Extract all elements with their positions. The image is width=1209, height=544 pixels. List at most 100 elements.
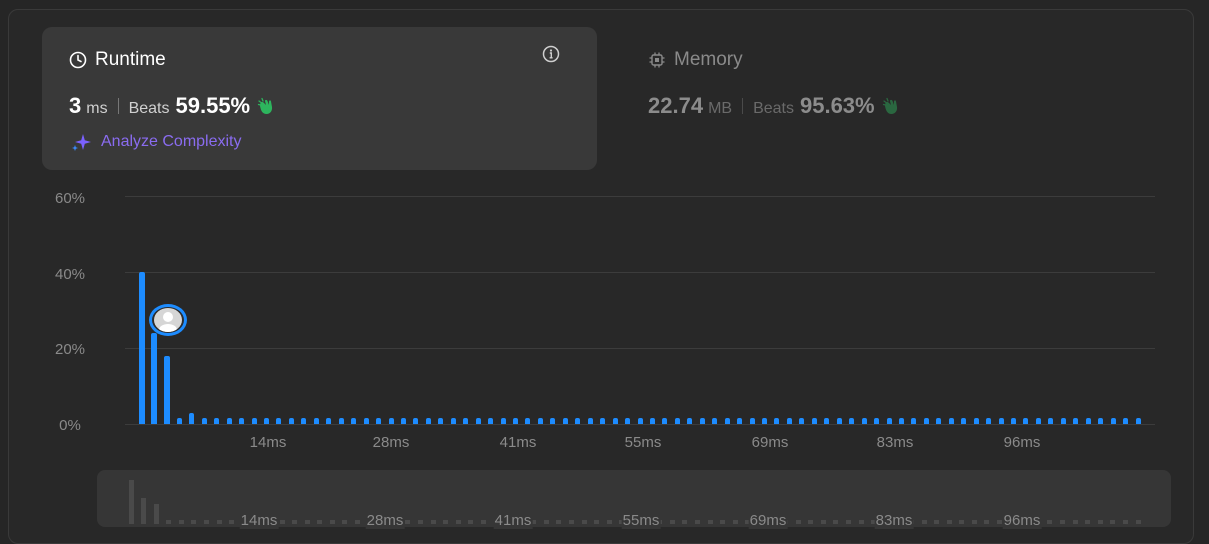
chart-bar[interactable] — [836, 418, 842, 424]
chart-bar[interactable] — [139, 272, 145, 424]
mini-x-tick-label: 41ms — [493, 512, 533, 529]
mini-chart-bar — [153, 504, 159, 524]
chart-bar[interactable] — [886, 418, 892, 424]
chart-bar[interactable] — [1135, 418, 1141, 424]
chart-bar[interactable] — [649, 418, 655, 424]
chart-bar[interactable] — [239, 418, 245, 424]
chart-bar[interactable] — [811, 418, 817, 424]
chart-bar[interactable] — [637, 418, 643, 424]
y-tick-label: 0% — [59, 417, 81, 434]
x-tick-label: 96ms — [1003, 434, 1041, 451]
memory-card[interactable]: Memory 22.74 MB Beats 95.63% — [648, 27, 1168, 170]
analyze-complexity-link[interactable]: Analyze Complexity — [71, 133, 242, 151]
chart-bar[interactable] — [874, 418, 880, 424]
chart-bar[interactable] — [936, 418, 942, 424]
chart-bar[interactable] — [363, 418, 369, 424]
chart-bar[interactable] — [600, 418, 606, 424]
chart-bar[interactable] — [948, 418, 954, 424]
chart-bar[interactable] — [376, 418, 382, 424]
chart-bar[interactable] — [313, 418, 319, 424]
chart-bar[interactable] — [575, 418, 581, 424]
chart-bar[interactable] — [550, 418, 556, 424]
chart-bar[interactable] — [612, 418, 618, 424]
chart-bar[interactable] — [226, 418, 232, 424]
chart-bar[interactable] — [1110, 418, 1116, 424]
info-icon[interactable] — [542, 45, 560, 63]
chart-bar[interactable] — [475, 418, 481, 424]
chart-bar[interactable] — [513, 418, 518, 424]
chart-bar[interactable] — [201, 418, 207, 424]
chart-bar[interactable] — [251, 418, 257, 424]
chart-bar[interactable] — [737, 418, 743, 424]
chart-bar[interactable] — [911, 418, 917, 424]
chart-bar[interactable] — [1098, 418, 1104, 424]
chart-bar[interactable] — [438, 418, 444, 424]
runtime-beats-label: Beats — [128, 100, 170, 117]
chart-bar[interactable] — [1023, 418, 1029, 424]
chart-bar[interactable] — [587, 418, 593, 424]
chart-bar[interactable] — [1073, 418, 1079, 424]
chart-bar[interactable] — [450, 418, 456, 424]
chart-bar[interactable] — [1085, 418, 1091, 424]
chart-bar[interactable] — [1011, 418, 1016, 424]
runtime-card[interactable]: Runtime 3 ms Beats 59.55% Analyze Comple… — [42, 27, 597, 170]
chart-bar[interactable] — [1060, 418, 1066, 424]
chart-bar[interactable] — [562, 418, 568, 424]
chart-bar[interactable] — [849, 418, 855, 424]
chart-bar[interactable] — [986, 418, 992, 424]
chart-bar[interactable] — [163, 355, 170, 424]
chart-bar[interactable] — [898, 418, 904, 424]
mini-chart-bar — [682, 520, 688, 524]
chart-bar[interactable] — [1123, 418, 1129, 424]
memory-title: Memory — [648, 49, 743, 71]
chart-bar[interactable] — [413, 418, 419, 424]
chart-bar[interactable] — [264, 418, 269, 424]
runtime-metric: 3 ms Beats 59.55% — [69, 93, 276, 119]
chart-bar[interactable] — [214, 418, 220, 424]
chart-bar[interactable] — [799, 418, 805, 424]
chart-bar[interactable] — [923, 418, 929, 424]
chart-bar[interactable] — [500, 418, 506, 424]
chart-bar[interactable] — [749, 418, 755, 424]
x-tick-label: 14ms — [249, 434, 287, 451]
chart-bar[interactable] — [388, 418, 394, 424]
chart-bar[interactable] — [176, 418, 182, 424]
mini-chart-bar — [694, 520, 700, 524]
y-tick-label: 60% — [54, 190, 86, 207]
chart-bar[interactable] — [326, 418, 332, 424]
chart-bar[interactable] — [288, 418, 294, 424]
chart-bar[interactable] — [824, 418, 830, 424]
chart-bar[interactable] — [786, 418, 792, 424]
mini-chart-bar — [845, 520, 851, 524]
chart-bar[interactable] — [301, 418, 307, 424]
chart-bar[interactable] — [973, 418, 979, 424]
chart-bar[interactable] — [762, 418, 767, 424]
chart-bar[interactable] — [276, 418, 282, 424]
memory-unit: MB — [708, 100, 733, 117]
chart-bar[interactable] — [699, 418, 705, 424]
chart-bar[interactable] — [662, 418, 668, 424]
chart-bar[interactable] — [189, 412, 195, 424]
chart-bar[interactable] — [1048, 418, 1054, 424]
chart-bar[interactable] — [774, 418, 780, 424]
chart-bar[interactable] — [998, 418, 1004, 424]
chart-bar[interactable] — [1035, 418, 1041, 424]
chart-bar[interactable] — [625, 418, 631, 424]
chart-bar[interactable] — [425, 418, 431, 424]
chart-bar[interactable] — [724, 418, 730, 424]
chart-bar[interactable] — [488, 418, 494, 424]
avatar[interactable] — [149, 304, 187, 336]
chart-bar[interactable] — [687, 418, 693, 424]
chart-bar[interactable] — [674, 418, 680, 424]
chart-bar[interactable] — [712, 418, 718, 424]
chart-bar[interactable] — [861, 418, 867, 424]
chart-bar[interactable] — [400, 418, 406, 424]
chart-bar[interactable] — [463, 418, 469, 424]
chart-bar[interactable] — [151, 332, 158, 424]
chart-bar[interactable] — [961, 418, 967, 424]
chart-bar[interactable] — [338, 418, 344, 424]
chart-bar[interactable] — [525, 418, 531, 424]
chart-bar[interactable] — [351, 418, 357, 424]
chart-bar[interactable] — [537, 418, 543, 424]
x-tick-label: 55ms — [624, 434, 662, 451]
